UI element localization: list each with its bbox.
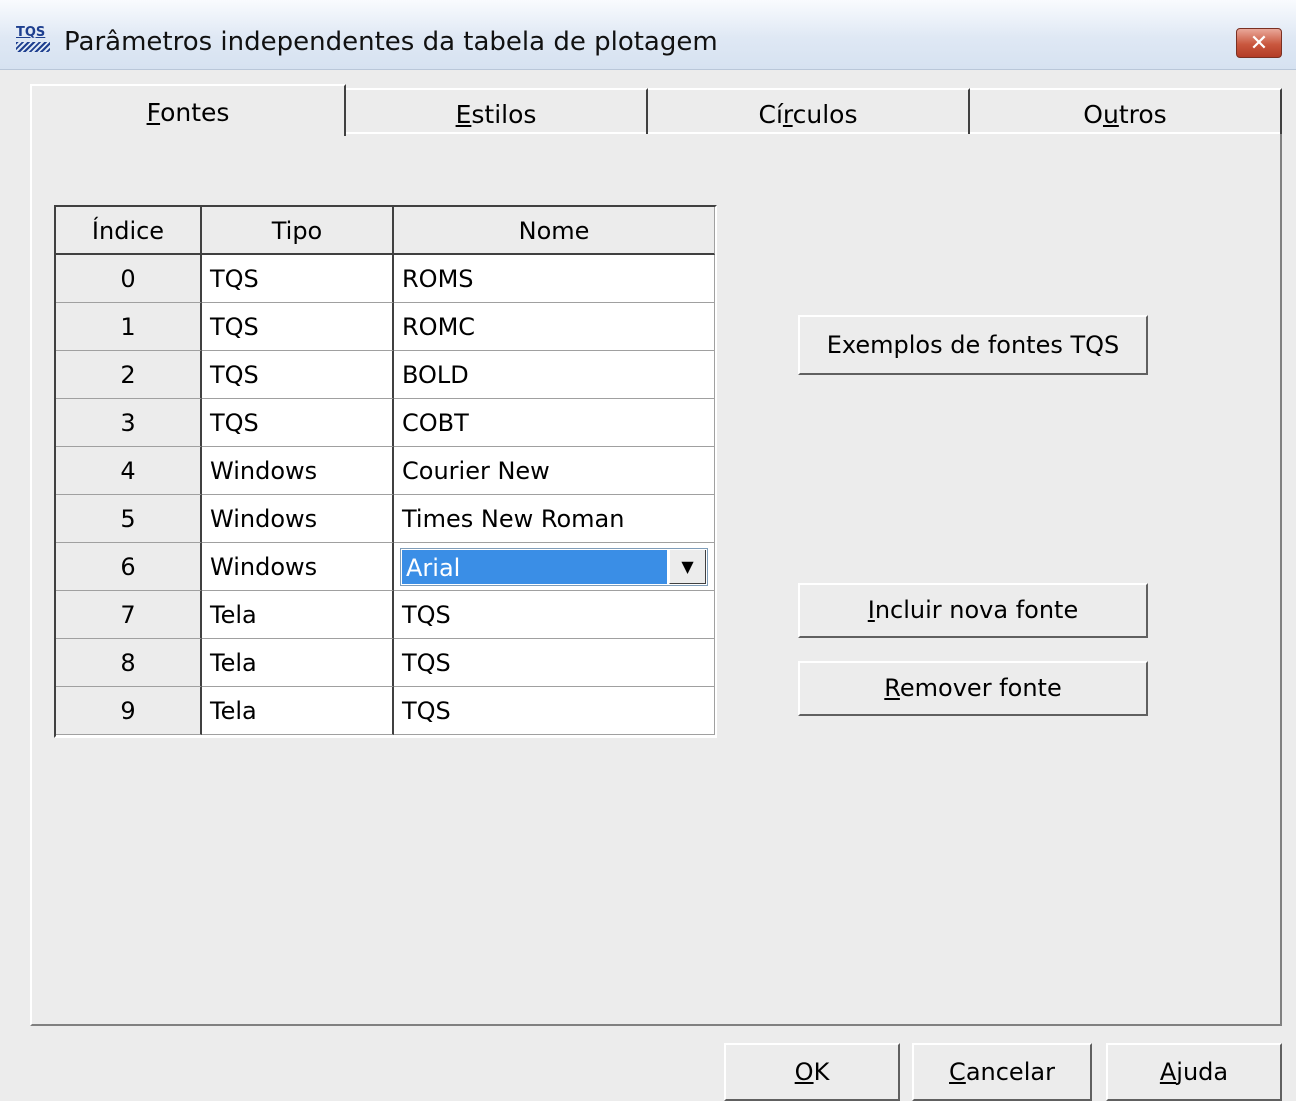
button-accel: R bbox=[884, 674, 900, 702]
row-indice-cell[interactable]: 4 bbox=[56, 447, 202, 495]
row-tipo-cell[interactable]: TQS bbox=[202, 351, 394, 399]
tab-outros[interactable]: Outros bbox=[970, 88, 1282, 134]
ok-button[interactable]: OK bbox=[724, 1043, 900, 1101]
tab-label-accel: E bbox=[455, 100, 472, 129]
row-indice-cell[interactable]: 0 bbox=[56, 255, 202, 303]
tqs-icon-hatch bbox=[16, 42, 50, 52]
table-row[interactable]: 6 Windows Arial ▼ bbox=[56, 543, 715, 591]
row-indice-cell[interactable]: 6 bbox=[56, 543, 202, 591]
tqs-icon-text: TQS bbox=[16, 25, 46, 40]
row-nome-cell[interactable]: Times New Roman bbox=[394, 495, 715, 543]
table-row[interactable]: 9 Tela TQS bbox=[56, 687, 715, 735]
tab-label-rest: ontes bbox=[160, 98, 230, 127]
table-row[interactable]: 8 Tela TQS bbox=[56, 639, 715, 687]
font-name-combobox[interactable]: Arial ▼ bbox=[400, 548, 708, 586]
row-indice-cell[interactable]: 8 bbox=[56, 639, 202, 687]
tab-label-rest: stilos bbox=[471, 100, 537, 129]
tqs-app-icon[interactable]: TQS bbox=[16, 26, 52, 58]
add-font-button[interactable]: Incluir nova fonte bbox=[798, 583, 1148, 638]
table-row[interactable]: 2 TQS BOLD bbox=[56, 351, 715, 399]
font-examples-button[interactable]: Exemplos de fontes TQS bbox=[798, 315, 1148, 375]
tab-label-accel: u bbox=[1102, 100, 1119, 129]
window-title: Parâmetros independentes da tabela de pl… bbox=[64, 27, 718, 57]
button-label: K bbox=[813, 1058, 830, 1086]
button-accel: I bbox=[867, 596, 875, 624]
row-indice-cell[interactable]: 1 bbox=[56, 303, 202, 351]
row-nome-cell[interactable]: Courier New bbox=[394, 447, 715, 495]
title-bar: TQS Parâmetros independentes da tabela d… bbox=[0, 0, 1296, 70]
row-nome-cell[interactable]: TQS bbox=[394, 687, 715, 735]
table-row[interactable]: 7 Tela TQS bbox=[56, 591, 715, 639]
tab-label-prefix: O bbox=[1083, 100, 1103, 129]
table-row[interactable]: 3 TQS COBT bbox=[56, 399, 715, 447]
tab-circulos[interactable]: Círculos bbox=[648, 88, 970, 134]
row-tipo-cell[interactable]: Windows bbox=[202, 447, 394, 495]
button-accel: O bbox=[794, 1058, 814, 1086]
button-label: ncluir nova fonte bbox=[874, 596, 1079, 624]
help-button[interactable]: Ajuda bbox=[1106, 1043, 1282, 1101]
row-tipo-cell[interactable]: Windows bbox=[202, 543, 394, 591]
button-label: juda bbox=[1176, 1058, 1229, 1086]
tab-estilos[interactable]: Estilos bbox=[346, 88, 648, 134]
close-icon: ✕ bbox=[1249, 31, 1269, 56]
remove-font-button[interactable]: Remover fonte bbox=[798, 661, 1148, 716]
column-header-tipo[interactable]: Tipo bbox=[202, 207, 394, 255]
row-indice-cell[interactable]: 3 bbox=[56, 399, 202, 447]
tab-label-accel: r bbox=[782, 100, 793, 129]
row-indice-cell[interactable]: 7 bbox=[56, 591, 202, 639]
fonts-grid: Índice Tipo Nome 0 TQS ROMS 1 TQS ROMC 2 TQS BOL… bbox=[54, 205, 717, 738]
column-header-nome[interactable]: Nome bbox=[394, 207, 715, 255]
cancel-button[interactable]: Cancelar bbox=[912, 1043, 1092, 1101]
table-row[interactable]: 4 Windows Courier New bbox=[56, 447, 715, 495]
row-tipo-cell[interactable]: Tela bbox=[202, 591, 394, 639]
row-tipo-cell[interactable]: Tela bbox=[202, 687, 394, 735]
row-nome-cell[interactable]: ROMS bbox=[394, 255, 715, 303]
row-indice-cell[interactable]: 9 bbox=[56, 687, 202, 735]
row-indice-cell[interactable]: 2 bbox=[56, 351, 202, 399]
tab-label-rest: tros bbox=[1118, 100, 1167, 129]
button-accel: A bbox=[1159, 1058, 1177, 1086]
button-label: ancelar bbox=[965, 1058, 1055, 1086]
row-nome-cell[interactable]: TQS bbox=[394, 591, 715, 639]
tab-label-accel: F bbox=[146, 98, 161, 127]
tab-label-prefix: Cí bbox=[758, 100, 783, 129]
row-tipo-cell[interactable]: Windows bbox=[202, 495, 394, 543]
tab-fontes[interactable]: Fontes bbox=[30, 84, 346, 136]
close-button[interactable]: ✕ bbox=[1236, 28, 1282, 58]
row-nome-cell-editing[interactable]: Arial ▼ bbox=[394, 543, 715, 591]
table-row[interactable]: 0 TQS ROMS bbox=[56, 255, 715, 303]
table-row[interactable]: 5 Windows Times New Roman bbox=[56, 495, 715, 543]
dropdown-arrow-icon[interactable]: ▼ bbox=[669, 550, 706, 584]
button-accel: C bbox=[949, 1058, 966, 1086]
grid-header-row: Índice Tipo Nome bbox=[56, 207, 715, 255]
row-tipo-cell[interactable]: TQS bbox=[202, 399, 394, 447]
row-nome-cell[interactable]: ROMC bbox=[394, 303, 715, 351]
column-header-indice[interactable]: Índice bbox=[56, 207, 202, 255]
row-nome-cell[interactable]: TQS bbox=[394, 639, 715, 687]
combobox-selected-value[interactable]: Arial bbox=[402, 550, 667, 584]
row-tipo-cell[interactable]: TQS bbox=[202, 255, 394, 303]
row-nome-cell[interactable]: BOLD bbox=[394, 351, 715, 399]
row-tipo-cell[interactable]: Tela bbox=[202, 639, 394, 687]
tab-label-rest: culos bbox=[792, 100, 858, 129]
row-indice-cell[interactable]: 5 bbox=[56, 495, 202, 543]
row-nome-cell[interactable]: COBT bbox=[394, 399, 715, 447]
table-row[interactable]: 1 TQS ROMC bbox=[56, 303, 715, 351]
row-tipo-cell[interactable]: TQS bbox=[202, 303, 394, 351]
button-label: emover fonte bbox=[899, 674, 1062, 702]
